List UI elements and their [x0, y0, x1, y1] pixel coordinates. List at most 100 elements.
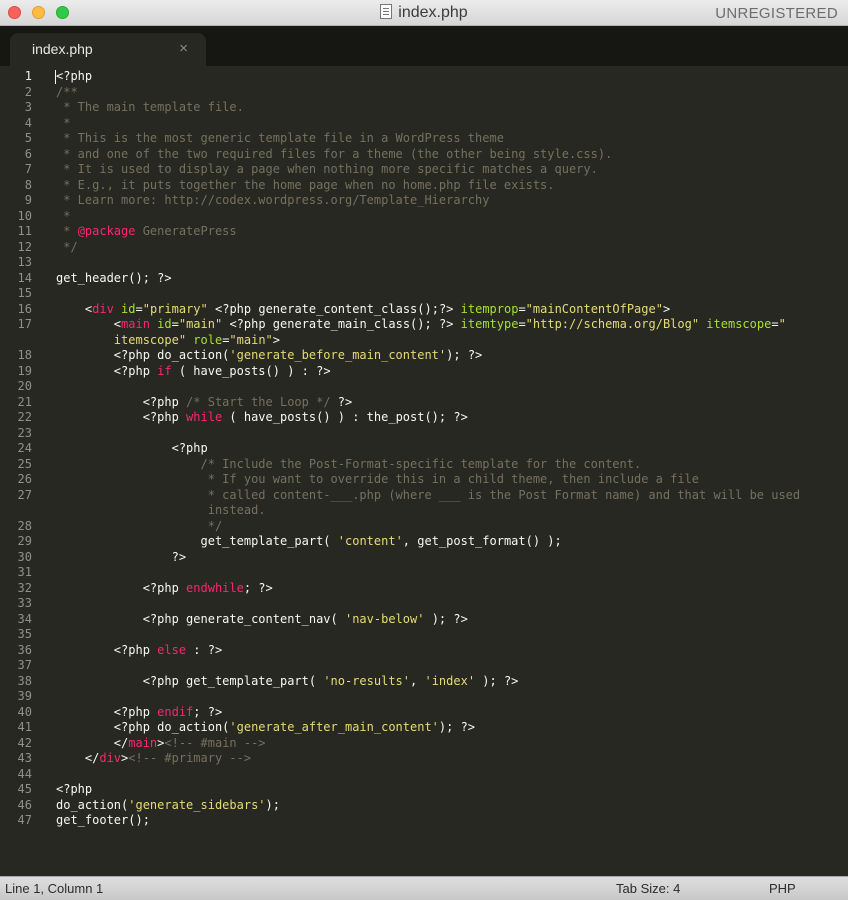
code-token: <?php do_action( — [56, 348, 230, 362]
code-token: = — [771, 317, 779, 331]
line-number: 25 — [17, 456, 32, 471]
cursor-position: Line 1, Column 1 — [5, 881, 104, 896]
code-line: * called content-___.php (where ___ is t… — [56, 488, 800, 504]
code-token: * The main template file. — [56, 100, 244, 114]
code-token: <!-- #main --> — [164, 735, 266, 750]
line-number: 44 — [17, 766, 32, 781]
code-token: id — [157, 317, 172, 331]
line-number: 3 — [24, 100, 32, 114]
code-token: role — [193, 332, 223, 347]
code-token: <?php — [56, 782, 93, 796]
code-line: ?> — [56, 550, 186, 566]
code-token: 'index' — [424, 673, 476, 688]
code-line: * — [56, 116, 70, 132]
code-token: ?> — [56, 549, 187, 564]
code-token: <?php — [56, 363, 158, 378]
code-token: endif — [157, 704, 194, 719]
line-number: 22 — [17, 410, 32, 424]
code-token: 'nav-below' — [344, 611, 425, 626]
code-line: </div><!-- #primary --> — [56, 751, 251, 767]
code-token: "main" — [229, 332, 273, 347]
line-number: 1 — [24, 69, 32, 83]
window-title-text: index.php — [398, 4, 468, 21]
line-number: 18 — [17, 348, 32, 362]
code-token: itemscope — [706, 317, 772, 331]
code-line: */ — [56, 519, 222, 535]
code-line: <?php — [56, 782, 92, 798]
line-number: 11 — [17, 224, 32, 238]
code-token: */ — [56, 239, 78, 254]
code-line: * @package GeneratePress — [56, 224, 236, 240]
code-line: <?php do_action('generate_after_main_con… — [56, 720, 475, 736]
code-token: */ — [56, 518, 223, 533]
text-cursor — [55, 70, 56, 84]
line-number: 37 — [17, 658, 32, 672]
code-token: = — [518, 317, 526, 331]
code-line: do_action('generate_sidebars'); — [56, 798, 280, 814]
code-line: * It is used to display a page when noth… — [56, 162, 598, 178]
line-number: 5 — [24, 131, 32, 145]
code-token: * — [56, 208, 71, 223]
code-token: * This is the most generic template file… — [56, 131, 504, 145]
code-area[interactable]: <?php /** * The main template file. * * T… — [56, 66, 848, 876]
code-token: while — [186, 410, 223, 424]
line-number: 34 — [17, 611, 32, 626]
line-number: 8 — [24, 177, 32, 192]
code-token: ); ?> — [424, 611, 468, 626]
line-number: 2 — [24, 84, 32, 99]
code-token: > — [272, 332, 281, 347]
code-token: "mainContentOfPage" — [525, 301, 663, 316]
code-editor[interactable]: 1 2 3 4 5 6 7 8 9 10 11 12 13 14 15 16 17 18 19 20 21 22 23 24 2… — [0, 66, 848, 876]
code-token: @package — [77, 224, 136, 238]
code-token: ; ?> — [193, 704, 223, 719]
code-token: ( have_posts() ) : ?> — [171, 363, 331, 378]
code-token: ); ?> — [438, 720, 476, 734]
code-token: * E.g., it puts together the home page w… — [56, 177, 555, 192]
code-token: get_footer(); — [56, 813, 150, 827]
code-line: <?php get_template_part( 'no-results', '… — [56, 673, 519, 690]
line-number: 7 — [24, 162, 32, 176]
code-token: endwhile — [186, 580, 244, 595]
code-token: * It is used to display a page when noth… — [56, 162, 598, 176]
code-token: ); ?> — [446, 348, 483, 362]
line-number: 41 — [17, 720, 32, 734]
code-token: itemscope" — [113, 332, 187, 347]
code-line: itemscope" role="main"> — [56, 333, 280, 349]
line-number: 31 — [17, 565, 32, 579]
code-line: get_template_part( 'content', get_post_f… — [56, 534, 562, 550]
code-token: 'generate_sidebars' — [128, 797, 266, 812]
code-token: div — [99, 751, 122, 765]
code-token: 'content' — [337, 534, 403, 548]
line-number: 42 — [17, 735, 32, 750]
line-number: 33 — [17, 596, 32, 610]
code-token: , get_post_format() ); — [402, 534, 562, 548]
code-token: <?php — [56, 69, 93, 83]
code-token: * and one of the two required files for … — [56, 146, 613, 161]
code-line: */ — [56, 239, 78, 256]
line-number: 40 — [17, 704, 32, 719]
code-token: <?php — [56, 580, 187, 595]
code-line: * E.g., it puts together the home page w… — [56, 177, 555, 194]
line-number: 13 — [17, 255, 32, 269]
code-line: </main><!-- #main --> — [56, 736, 266, 752]
code-line: <?php endwhile; ?> — [56, 581, 273, 597]
line-number: 28 — [17, 518, 32, 533]
code-token: * — [56, 115, 71, 130]
line-number: 21 — [17, 394, 32, 409]
code-line: /** — [56, 85, 78, 101]
code-token: > — [662, 301, 671, 316]
line-number: 4 — [24, 115, 32, 130]
tab-index-php[interactable]: index.php × — [10, 33, 206, 66]
code-token: else — [157, 642, 187, 657]
tab-size-selector[interactable]: Tab Size: 4 — [616, 881, 680, 896]
code-token: instead. — [56, 503, 266, 517]
syntax-selector[interactable]: PHP — [769, 881, 796, 896]
code-token: main — [128, 735, 158, 750]
code-token: = — [171, 317, 179, 331]
tab-close-icon[interactable]: × — [179, 40, 188, 57]
code-token: 'no-results' — [323, 673, 411, 688]
code-token: <?php — [56, 704, 158, 719]
code-token: < — [56, 317, 122, 331]
code-line: get_footer(); — [56, 813, 150, 829]
code-line: <?php — [56, 69, 92, 85]
